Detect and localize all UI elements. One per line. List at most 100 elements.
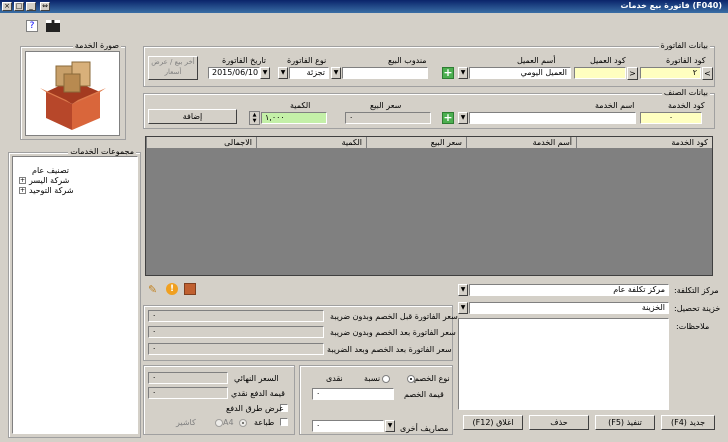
maximize-window-button[interactable]: □ <box>14 2 24 11</box>
show-prices-button[interactable]: أخر بيع / عرض أسعار <box>148 56 198 80</box>
print-label: طباعة <box>254 418 275 427</box>
quantity-stepper[interactable]: ▲ ▼ <box>249 111 260 125</box>
service-name-label: اسم الخدمة <box>595 101 635 110</box>
cash-paid-field[interactable]: ٠ <box>148 387 228 399</box>
execute-button[interactable]: تنفيذ (F5) <box>595 415 655 430</box>
window-title: (F040) فاتورة بيع خدمات <box>620 1 722 10</box>
add-client-button[interactable]: + <box>442 67 454 79</box>
client-code-label: كود العميل <box>590 56 626 65</box>
boxes-icon <box>40 61 106 130</box>
invoice-code-field[interactable]: ٢ <box>640 67 701 79</box>
grid-col-name[interactable]: أسم الخدمة <box>466 137 576 149</box>
invoice-prev-button[interactable]: < <box>702 67 713 80</box>
clapper-icon[interactable] <box>46 20 60 32</box>
add-service-button[interactable]: + <box>442 112 454 124</box>
invoice-date-field[interactable]: 2015/06/10 <box>208 67 260 79</box>
minimize-window-button[interactable]: _ <box>26 2 36 11</box>
title-bar: × □ _ ⇔ (F040) فاتورة بيع خدمات <box>0 0 728 13</box>
delete-button[interactable]: حذف <box>529 415 589 430</box>
invoice-data-caption: بيانات الفاتورة <box>658 41 710 50</box>
other-expenses-label: مصاريف أخرى <box>400 424 449 433</box>
client-name-label: أسم العميل <box>517 56 556 65</box>
grid-col-price[interactable]: سعر البيع <box>366 137 466 149</box>
grid-col-total[interactable]: الاجمالى <box>146 137 256 149</box>
other-expenses-field[interactable]: ٠ <box>312 420 384 432</box>
sales-rep-label: مندوب البيع <box>388 56 427 65</box>
discount-type-label: نوع الخصم <box>414 374 450 383</box>
cashier-label: كاشير <box>176 418 196 427</box>
total-after-discount-tax-field[interactable]: ٠ <box>148 343 324 355</box>
quantity-field[interactable]: ١,٠٠٠ <box>261 112 327 124</box>
restore-window-button[interactable]: ⇔ <box>40 2 50 11</box>
other-expenses-dropdown-button[interactable]: ▼ <box>385 420 395 432</box>
sales-rep-field[interactable] <box>342 67 428 79</box>
expand-icon[interactable]: + <box>19 177 26 184</box>
help-icon[interactable]: ? <box>26 20 38 32</box>
service-code-field[interactable]: ٠ <box>640 112 702 124</box>
collection-treasury-field[interactable]: الخزينة <box>469 302 669 314</box>
invoice-next-button[interactable]: > <box>627 67 638 80</box>
discount-percent-label: نسبة <box>364 374 381 383</box>
cost-center-label: مركز التكلفة: <box>674 286 719 295</box>
quantity-label: الكمية <box>290 101 311 110</box>
cost-center-dropdown-button[interactable]: ▼ <box>458 284 468 296</box>
service-groups-caption: مجموعات الخدمات <box>68 147 136 156</box>
final-price-field[interactable]: ٠ <box>148 372 228 384</box>
pen-icon[interactable]: ✎ <box>148 283 160 296</box>
total-before-discount-field[interactable]: ٠ <box>148 310 324 322</box>
add-item-button[interactable]: إضافة <box>148 109 237 124</box>
service-code-label: كود الخدمة <box>668 101 705 110</box>
discount-value-label: قيمة الخصم <box>404 390 444 399</box>
collection-treasury-label: خزينة تحصيل: <box>674 304 721 313</box>
service-image <box>25 51 120 136</box>
a4-label: A4 <box>223 418 234 427</box>
show-payment-label: عرض طرق الدفع <box>226 404 284 413</box>
notes-textarea[interactable] <box>458 318 669 410</box>
tree-item[interactable]: + شركة التوحيد <box>19 186 74 195</box>
item-data-caption: بيانات الصنف <box>661 88 710 97</box>
cost-center-field[interactable]: مركز تكلفة عام <box>469 284 669 296</box>
print-checkbox[interactable] <box>280 418 288 426</box>
service-name-field[interactable] <box>469 112 636 124</box>
grid-header: كود الخدمة أسم الخدمة سعر البيع الكمية ا… <box>146 137 712 149</box>
sales-rep-dropdown-button[interactable]: ▼ <box>331 67 341 79</box>
close-button[interactable]: اغلاق (F12) <box>463 415 523 430</box>
final-price-label: السعر النهائي <box>234 374 279 383</box>
total-after-discount-tax-label: سعر الفاتورة بعد الخصم وبعد الضريبة <box>327 345 452 354</box>
discount-percent-radio[interactable] <box>407 374 416 383</box>
cashier-radio[interactable] <box>214 418 223 427</box>
client-dropdown-button[interactable]: ▼ <box>458 67 468 79</box>
a4-radio[interactable] <box>239 418 247 427</box>
discount-cash-radio[interactable] <box>381 374 390 383</box>
invoice-type-dropdown-button[interactable]: ▼ <box>278 67 288 79</box>
cash-paid-label: قيمة الدفع نقدي <box>231 389 285 398</box>
total-after-discount-label: سعر الفاتورة بعد الخصم وبدون ضريبة <box>330 328 456 337</box>
invoice-type-field[interactable]: تجزئة <box>289 67 329 79</box>
expand-icon[interactable]: + <box>19 187 26 194</box>
new-button[interactable]: جديد (F4) <box>661 415 715 430</box>
sale-price-label: سعر البيع <box>370 101 402 110</box>
service-dropdown-button[interactable]: ▼ <box>458 112 468 124</box>
invoice-date-picker-button[interactable]: ▼ <box>260 67 270 79</box>
sale-price-field[interactable]: ٠ <box>345 112 431 124</box>
service-groups-tree[interactable]: تصنيف عام + شركة اليسر + شركة التوحيد <box>12 156 138 434</box>
client-name-field[interactable]: العميل اليومي <box>469 67 571 79</box>
client-code-field[interactable] <box>574 67 626 79</box>
service-image-caption: صورة الخدمة <box>72 41 121 50</box>
grid-col-code[interactable]: كود الخدمة <box>576 137 712 149</box>
invoice-type-label: نوع الفاتورة <box>287 56 327 65</box>
invoice-code-label: كود الفاتورة <box>666 56 706 65</box>
discount-cash-label: نقدى <box>326 374 343 383</box>
collection-treasury-dropdown-button[interactable]: ▼ <box>458 302 468 314</box>
info-icon[interactable]: ! <box>166 283 178 295</box>
tree-item[interactable]: + شركة اليسر <box>19 176 69 185</box>
grid-col-qty[interactable]: الكمية <box>256 137 366 149</box>
notes-label: ملاحظات: <box>676 322 710 331</box>
invoice-date-label: تاريخ الفاتورة <box>222 56 267 65</box>
close-window-button[interactable]: × <box>2 2 12 11</box>
discount-value-field[interactable]: ٠ <box>312 388 394 400</box>
box-icon[interactable] <box>184 283 196 295</box>
total-after-discount-field[interactable]: ٠ <box>148 326 324 338</box>
items-grid[interactable]: كود الخدمة أسم الخدمة سعر البيع الكمية ا… <box>145 136 713 276</box>
tree-item[interactable]: تصنيف عام <box>19 166 69 175</box>
